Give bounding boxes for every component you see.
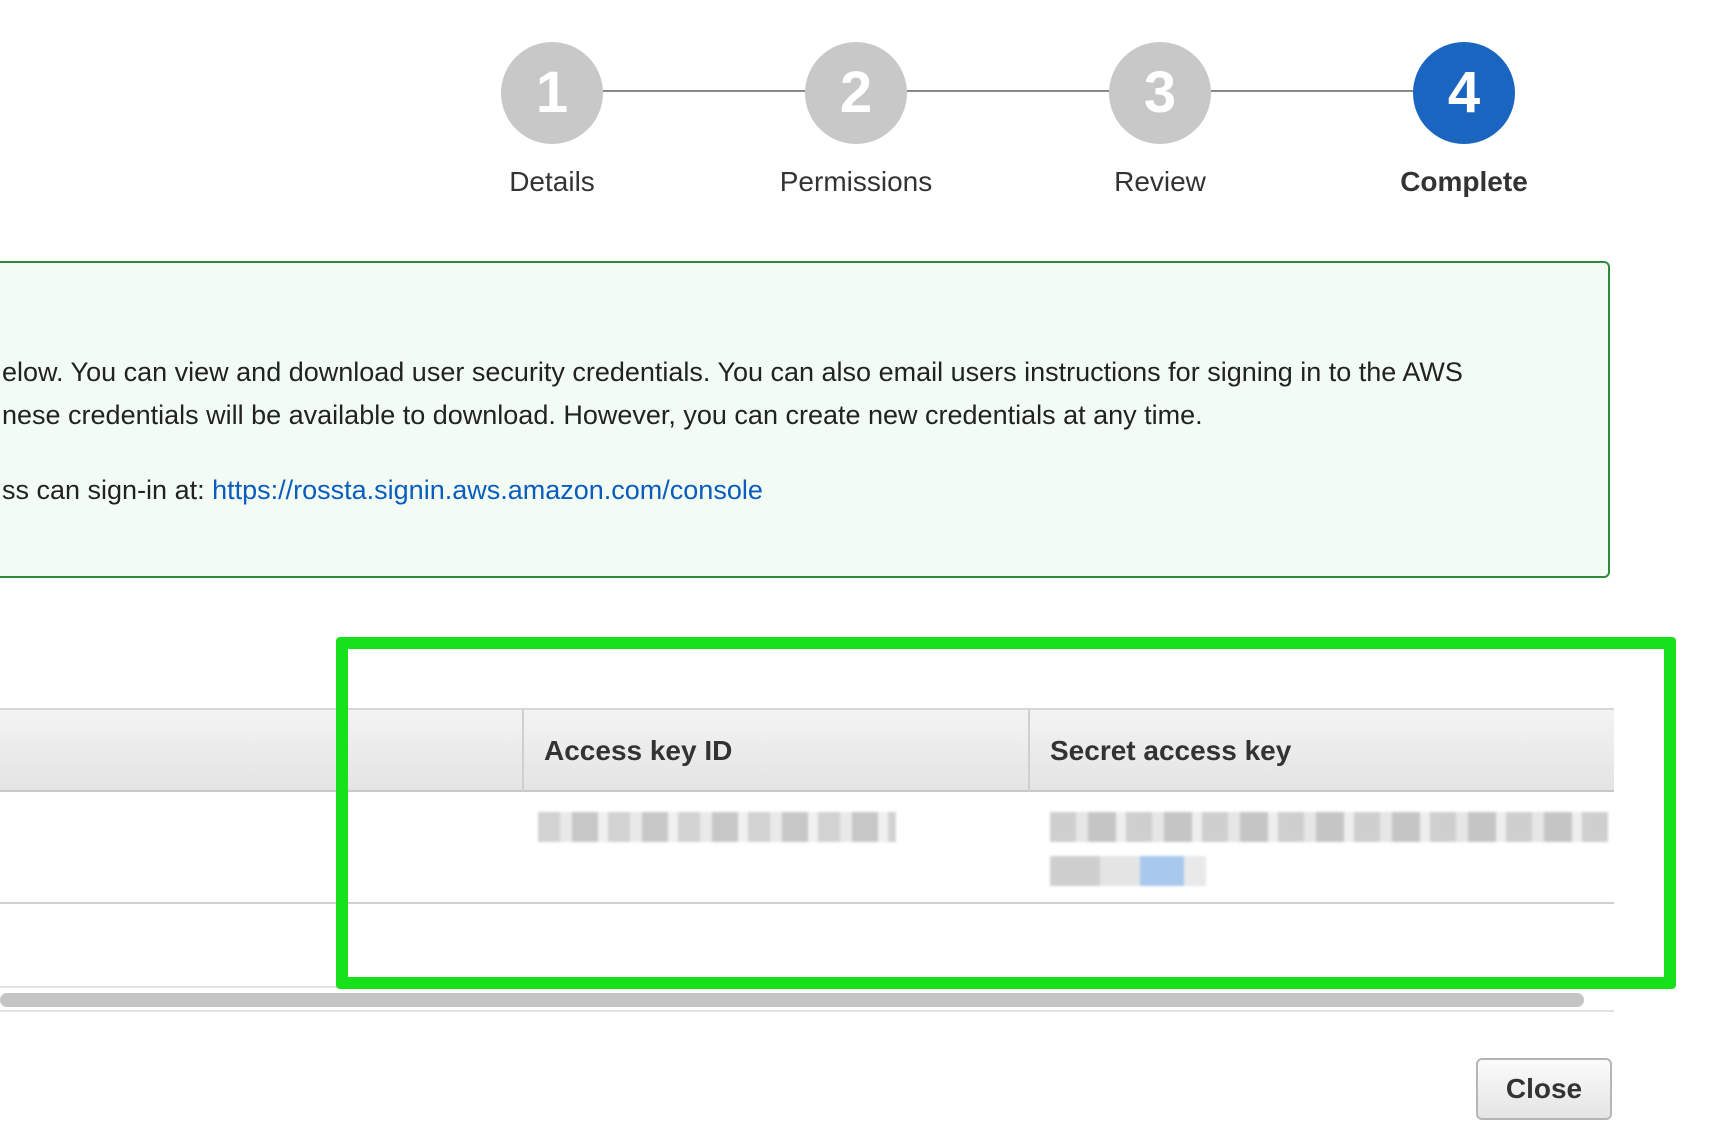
column-header-access-key-id[interactable]: Access key ID — [522, 710, 1028, 792]
success-line-2: nese credentials will be available to do… — [2, 400, 1203, 430]
step-number-2: 2 — [805, 42, 907, 144]
step-label-complete: Complete — [1400, 166, 1528, 197]
table-row — [0, 792, 1614, 904]
step-details: 1 Details — [442, 42, 662, 198]
credentials-table: Access key ID Secret access key — [0, 708, 1614, 1013]
step-number-1: 1 — [501, 42, 603, 144]
close-button[interactable]: Close — [1476, 1058, 1612, 1120]
step-complete: 4 Complete — [1354, 42, 1574, 198]
success-line-1: elow. You can view and download user sec… — [2, 357, 1463, 387]
signin-url-link[interactable]: https://rossta.signin.aws.amazon.com/con… — [212, 475, 763, 505]
step-review: 3 Review — [1050, 42, 1270, 198]
step-number-4: 4 — [1413, 42, 1515, 144]
secret-access-key-value-redacted[interactable] — [1050, 812, 1608, 842]
step-label-permissions: Permissions — [779, 166, 933, 197]
step-label-review: Review — [1114, 166, 1206, 197]
secret-access-key-show-link-redacted[interactable] — [1050, 856, 1206, 886]
success-description: elow. You can view and download user sec… — [2, 351, 1562, 437]
step-number-3: 3 — [1109, 42, 1211, 144]
table-header: Access key ID Secret access key — [0, 708, 1614, 792]
step-permissions: 2 Permissions — [746, 42, 966, 198]
access-key-id-value-redacted[interactable] — [538, 812, 896, 842]
success-message-box: elow. You can view and download user sec… — [0, 261, 1610, 578]
signin-prefix: ss can sign-in at: — [2, 475, 213, 505]
horizontal-scrollbar[interactable] — [0, 986, 1614, 1012]
column-header-secret-access-key[interactable]: Secret access key — [1028, 710, 1614, 792]
signin-url-line: ss can sign-in at: https://rossta.signin… — [2, 475, 763, 506]
wizard-steps: 1 Details 2 Permissions 3 Review 4 Compl… — [0, 0, 1724, 220]
step-label-details: Details — [509, 166, 595, 197]
scrollbar-thumb[interactable] — [0, 993, 1584, 1007]
